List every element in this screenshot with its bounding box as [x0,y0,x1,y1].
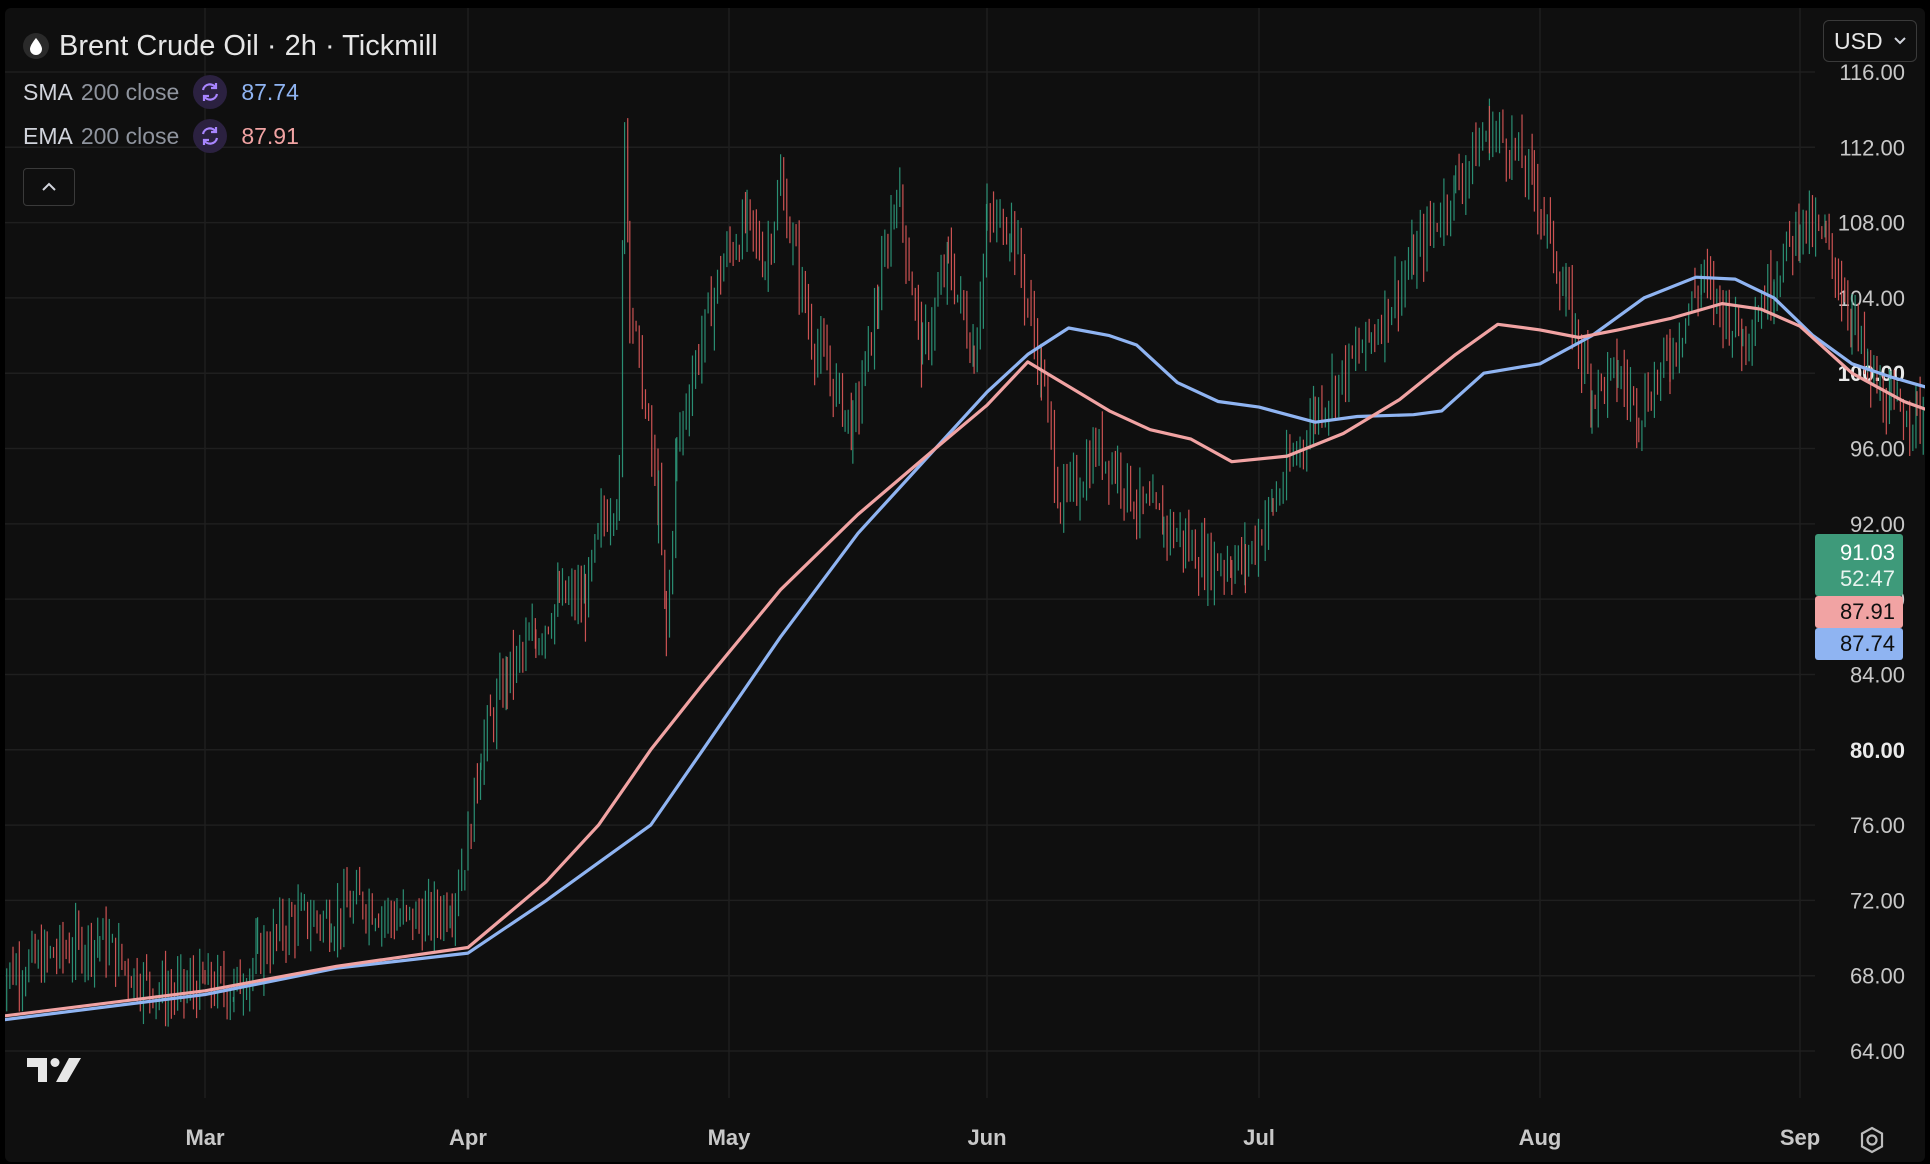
x-tick-label: Aug [1519,1125,1562,1150]
currency-selector[interactable]: USD [1823,20,1917,62]
price-label-countdown: 52:47 [1840,566,1895,591]
y-tick-label: 84.00 [1850,662,1905,687]
y-tick-label: 116.00 [1839,60,1905,85]
indicator-ema-row[interactable]: EMA 200 close 87.91 [23,114,438,158]
refresh-icon[interactable] [193,119,228,153]
symbol-title-row[interactable]: Brent Crude Oil · 2h · Tickmill [23,22,438,70]
y-tick-label: 96.00 [1850,437,1905,462]
indicator-sma-row[interactable]: SMA 200 close 87.74 [23,70,438,114]
x-tick-label: Mar [185,1125,225,1150]
refresh-icon[interactable] [193,75,228,109]
y-tick-label: 76.00 [1850,813,1905,838]
symbol-title: Brent Crude Oil · 2h · Tickmill [59,29,438,62]
x-tick-label: Jul [1243,1125,1275,1150]
y-tick-label: 64.00 [1850,1039,1905,1064]
indicator-params: 200 close [80,78,180,105]
price-label-value: 87.91 [1840,599,1895,624]
currency-label: USD [1834,27,1883,54]
y-tick-label: 108.00 [1838,211,1905,236]
x-tick-label: Jun [967,1125,1006,1150]
chevron-down-icon [1894,37,1906,45]
x-tick-label: Sep [1780,1125,1820,1150]
y-tick-label: 92.00 [1850,512,1905,537]
indicator-value: 87.91 [241,122,299,149]
chart-window: 64.0068.0072.0076.0080.0084.0088.0092.00… [0,0,1930,1164]
indicator-name: SMA [23,78,73,105]
oil-drop-icon [23,33,49,59]
y-tick-label: 80.00 [1850,738,1905,763]
tradingview-logo [27,1054,89,1091]
chevron-up-icon [42,182,56,191]
price-label-value: 87.74 [1840,631,1895,656]
indicator-value: 87.74 [241,78,299,105]
chart-legend: Brent Crude Oil · 2h · Tickmill SMA 200 … [23,22,438,206]
y-tick-label: 72.00 [1850,888,1905,913]
chart-panel[interactable]: 64.0068.0072.0076.0080.0084.0088.0092.00… [5,8,1925,1162]
settings-gear-icon[interactable] [1857,1125,1887,1160]
y-tick-label: 112.00 [1839,135,1905,160]
price-label-value: 91.03 [1840,540,1895,565]
y-tick-label: 68.00 [1850,964,1905,989]
x-tick-label: Apr [449,1125,487,1150]
collapse-legend-button[interactable] [23,168,75,206]
x-tick-label: May [708,1125,752,1150]
indicator-name: EMA [23,122,73,149]
indicator-params: 200 close [80,122,180,149]
